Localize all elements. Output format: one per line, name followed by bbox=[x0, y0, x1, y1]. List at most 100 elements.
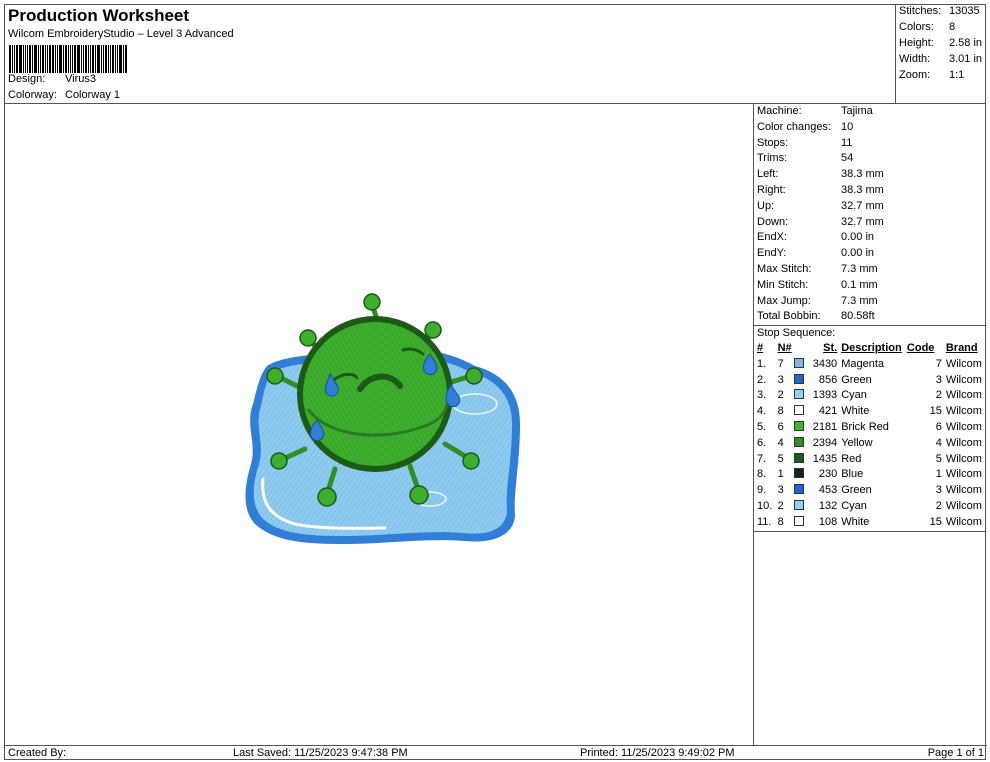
machine-info-row: Down: 32.7 mm bbox=[754, 215, 986, 231]
stop-stitches: 230 bbox=[818, 468, 838, 481]
stop-code: 2 bbox=[935, 499, 942, 512]
stop-index: 7. bbox=[757, 452, 767, 465]
stop-stitches: 3430 bbox=[812, 357, 838, 370]
stop-row: 11. 8 108 White 15 Wilcom bbox=[754, 515, 986, 531]
stop-code: 15 bbox=[929, 515, 942, 528]
col-needle: N# bbox=[777, 341, 792, 354]
stop-description: Cyan bbox=[841, 499, 867, 512]
stop-code: 1 bbox=[935, 468, 942, 481]
stop-needle: 2 bbox=[777, 389, 784, 402]
stop-code: 15 bbox=[929, 405, 942, 418]
stat-row: Stitches: 13035 bbox=[899, 5, 980, 17]
last-saved: Last Saved: 11/25/2023 9:47:38 PM bbox=[233, 747, 408, 759]
stop-code: 6 bbox=[935, 420, 942, 433]
barcode-bar bbox=[74, 45, 76, 73]
stop-index: 4. bbox=[757, 405, 767, 418]
barcode-bar bbox=[55, 45, 56, 73]
barcode-bar bbox=[112, 45, 114, 73]
machine-info-row: Min Stitch: 0.1 mm bbox=[754, 278, 986, 294]
stop-index: 6. bbox=[757, 436, 767, 449]
col-code: Code bbox=[906, 341, 935, 354]
machine-info-value: 38.3 mm bbox=[841, 183, 884, 196]
machine-info-row: Trims: 54 bbox=[754, 151, 986, 167]
barcode-bar bbox=[25, 45, 26, 73]
stop-index: 2. bbox=[757, 373, 767, 386]
color-swatch bbox=[794, 420, 805, 431]
stop-stitches: 1435 bbox=[812, 452, 838, 465]
stop-brand: Wilcom bbox=[945, 499, 982, 512]
stop-swatch-cell bbox=[793, 388, 807, 404]
stop-needle: 8 bbox=[777, 405, 784, 418]
barcode-bar bbox=[52, 45, 54, 73]
stop-stitches: 453 bbox=[818, 484, 838, 497]
machine-info-label: Total Bobbin: bbox=[757, 310, 821, 323]
stat-row: Zoom: 1:1 bbox=[899, 69, 964, 81]
stop-row: 6. 4 2394 Yellow 4 Wilcom bbox=[754, 436, 986, 452]
stop-stitches: 421 bbox=[818, 405, 838, 418]
stop-code: 3 bbox=[935, 484, 942, 497]
machine-info-value: Tajima bbox=[841, 105, 873, 117]
stop-swatch-cell bbox=[793, 467, 807, 483]
stop-needle: 7 bbox=[777, 357, 784, 370]
stop-description: Green bbox=[841, 484, 872, 497]
stop-brand: Wilcom bbox=[945, 436, 982, 449]
barcode-bar bbox=[59, 45, 62, 73]
barcode-bar bbox=[101, 45, 102, 73]
stat-label: Height: bbox=[899, 37, 934, 49]
machine-info-label: EndY: bbox=[757, 247, 787, 260]
machine-info-value: 0.00 in bbox=[841, 231, 875, 244]
barcode-bar bbox=[63, 45, 64, 73]
col-description: Description bbox=[841, 341, 902, 354]
machine-info-label: Min Stitch: bbox=[757, 278, 809, 291]
barcode-bar bbox=[108, 45, 109, 73]
stop-swatch-cell bbox=[793, 499, 807, 515]
col-stitches: St. bbox=[823, 341, 838, 354]
stop-brand: Wilcom bbox=[945, 389, 982, 402]
stat-label: Colors: bbox=[899, 21, 934, 33]
machine-info-label: Max Stitch: bbox=[757, 262, 812, 275]
machine-info-row: EndX: 0.00 in bbox=[754, 230, 986, 246]
barcode-bar bbox=[34, 45, 37, 73]
machine-info-label: Machine: bbox=[757, 105, 802, 117]
machine-info-label: Right: bbox=[757, 183, 786, 196]
stop-row: 2. 3 856 Green 3 Wilcom bbox=[754, 373, 986, 389]
design-stats: Stitches: 13035 Colors: 8 Height: 2.58 in W… bbox=[895, 5, 986, 104]
stop-row: 1. 7 3430 Magenta 7 Wilcom bbox=[754, 357, 986, 373]
machine-info-label: Max Jump: bbox=[757, 294, 811, 307]
color-swatch bbox=[794, 515, 805, 526]
barcode-bar bbox=[47, 45, 48, 73]
color-swatch bbox=[794, 452, 805, 463]
stop-brand: Wilcom bbox=[945, 405, 982, 418]
machine-info-label: Color changes: bbox=[757, 120, 831, 133]
color-swatch bbox=[794, 357, 805, 368]
barcode-bar bbox=[103, 45, 104, 73]
barcode-bar bbox=[23, 45, 24, 73]
machine-info-value: 32.7 mm bbox=[841, 199, 884, 212]
stop-code: 7 bbox=[935, 357, 942, 370]
stop-stitches: 132 bbox=[818, 499, 838, 512]
stat-label: Stitches: bbox=[899, 5, 942, 17]
stop-row: 3. 2 1393 Cyan 2 Wilcom bbox=[754, 388, 986, 404]
machine-info-value: 0.1 mm bbox=[841, 278, 878, 291]
machine-info-row: Total Bobbin: 80.58ft bbox=[754, 309, 986, 325]
machine-info-row: Right: 38.3 mm bbox=[754, 183, 986, 199]
stop-row: 10. 2 132 Cyan 2 Wilcom bbox=[754, 499, 986, 515]
machine-info: Machine: Tajima Color changes: 10 Stops: 11 Tr… bbox=[754, 104, 986, 325]
stop-stitches: 2181 bbox=[812, 420, 838, 433]
stop-swatch-cell bbox=[793, 357, 807, 373]
stat-row: Colors: 8 bbox=[899, 21, 955, 33]
page-title: Production Worksheet bbox=[8, 6, 190, 25]
stat-value: 13035 bbox=[949, 5, 980, 17]
machine-info-label: Up: bbox=[757, 199, 775, 212]
machine-info-label: Down: bbox=[757, 215, 789, 228]
machine-info-value: 11 bbox=[841, 136, 853, 149]
stop-code: 4 bbox=[935, 436, 942, 449]
machine-info-label: EndX: bbox=[757, 231, 787, 244]
stop-brand: Wilcom bbox=[945, 373, 982, 386]
stop-index: 5. bbox=[757, 420, 767, 433]
stat-row: Width: 3.01 in bbox=[899, 53, 982, 65]
stop-stitches: 2394 bbox=[812, 436, 838, 449]
barcode-bar bbox=[40, 45, 41, 73]
machine-info-label: Left: bbox=[757, 168, 779, 181]
machine-info-value: 0.00 in bbox=[841, 247, 875, 260]
